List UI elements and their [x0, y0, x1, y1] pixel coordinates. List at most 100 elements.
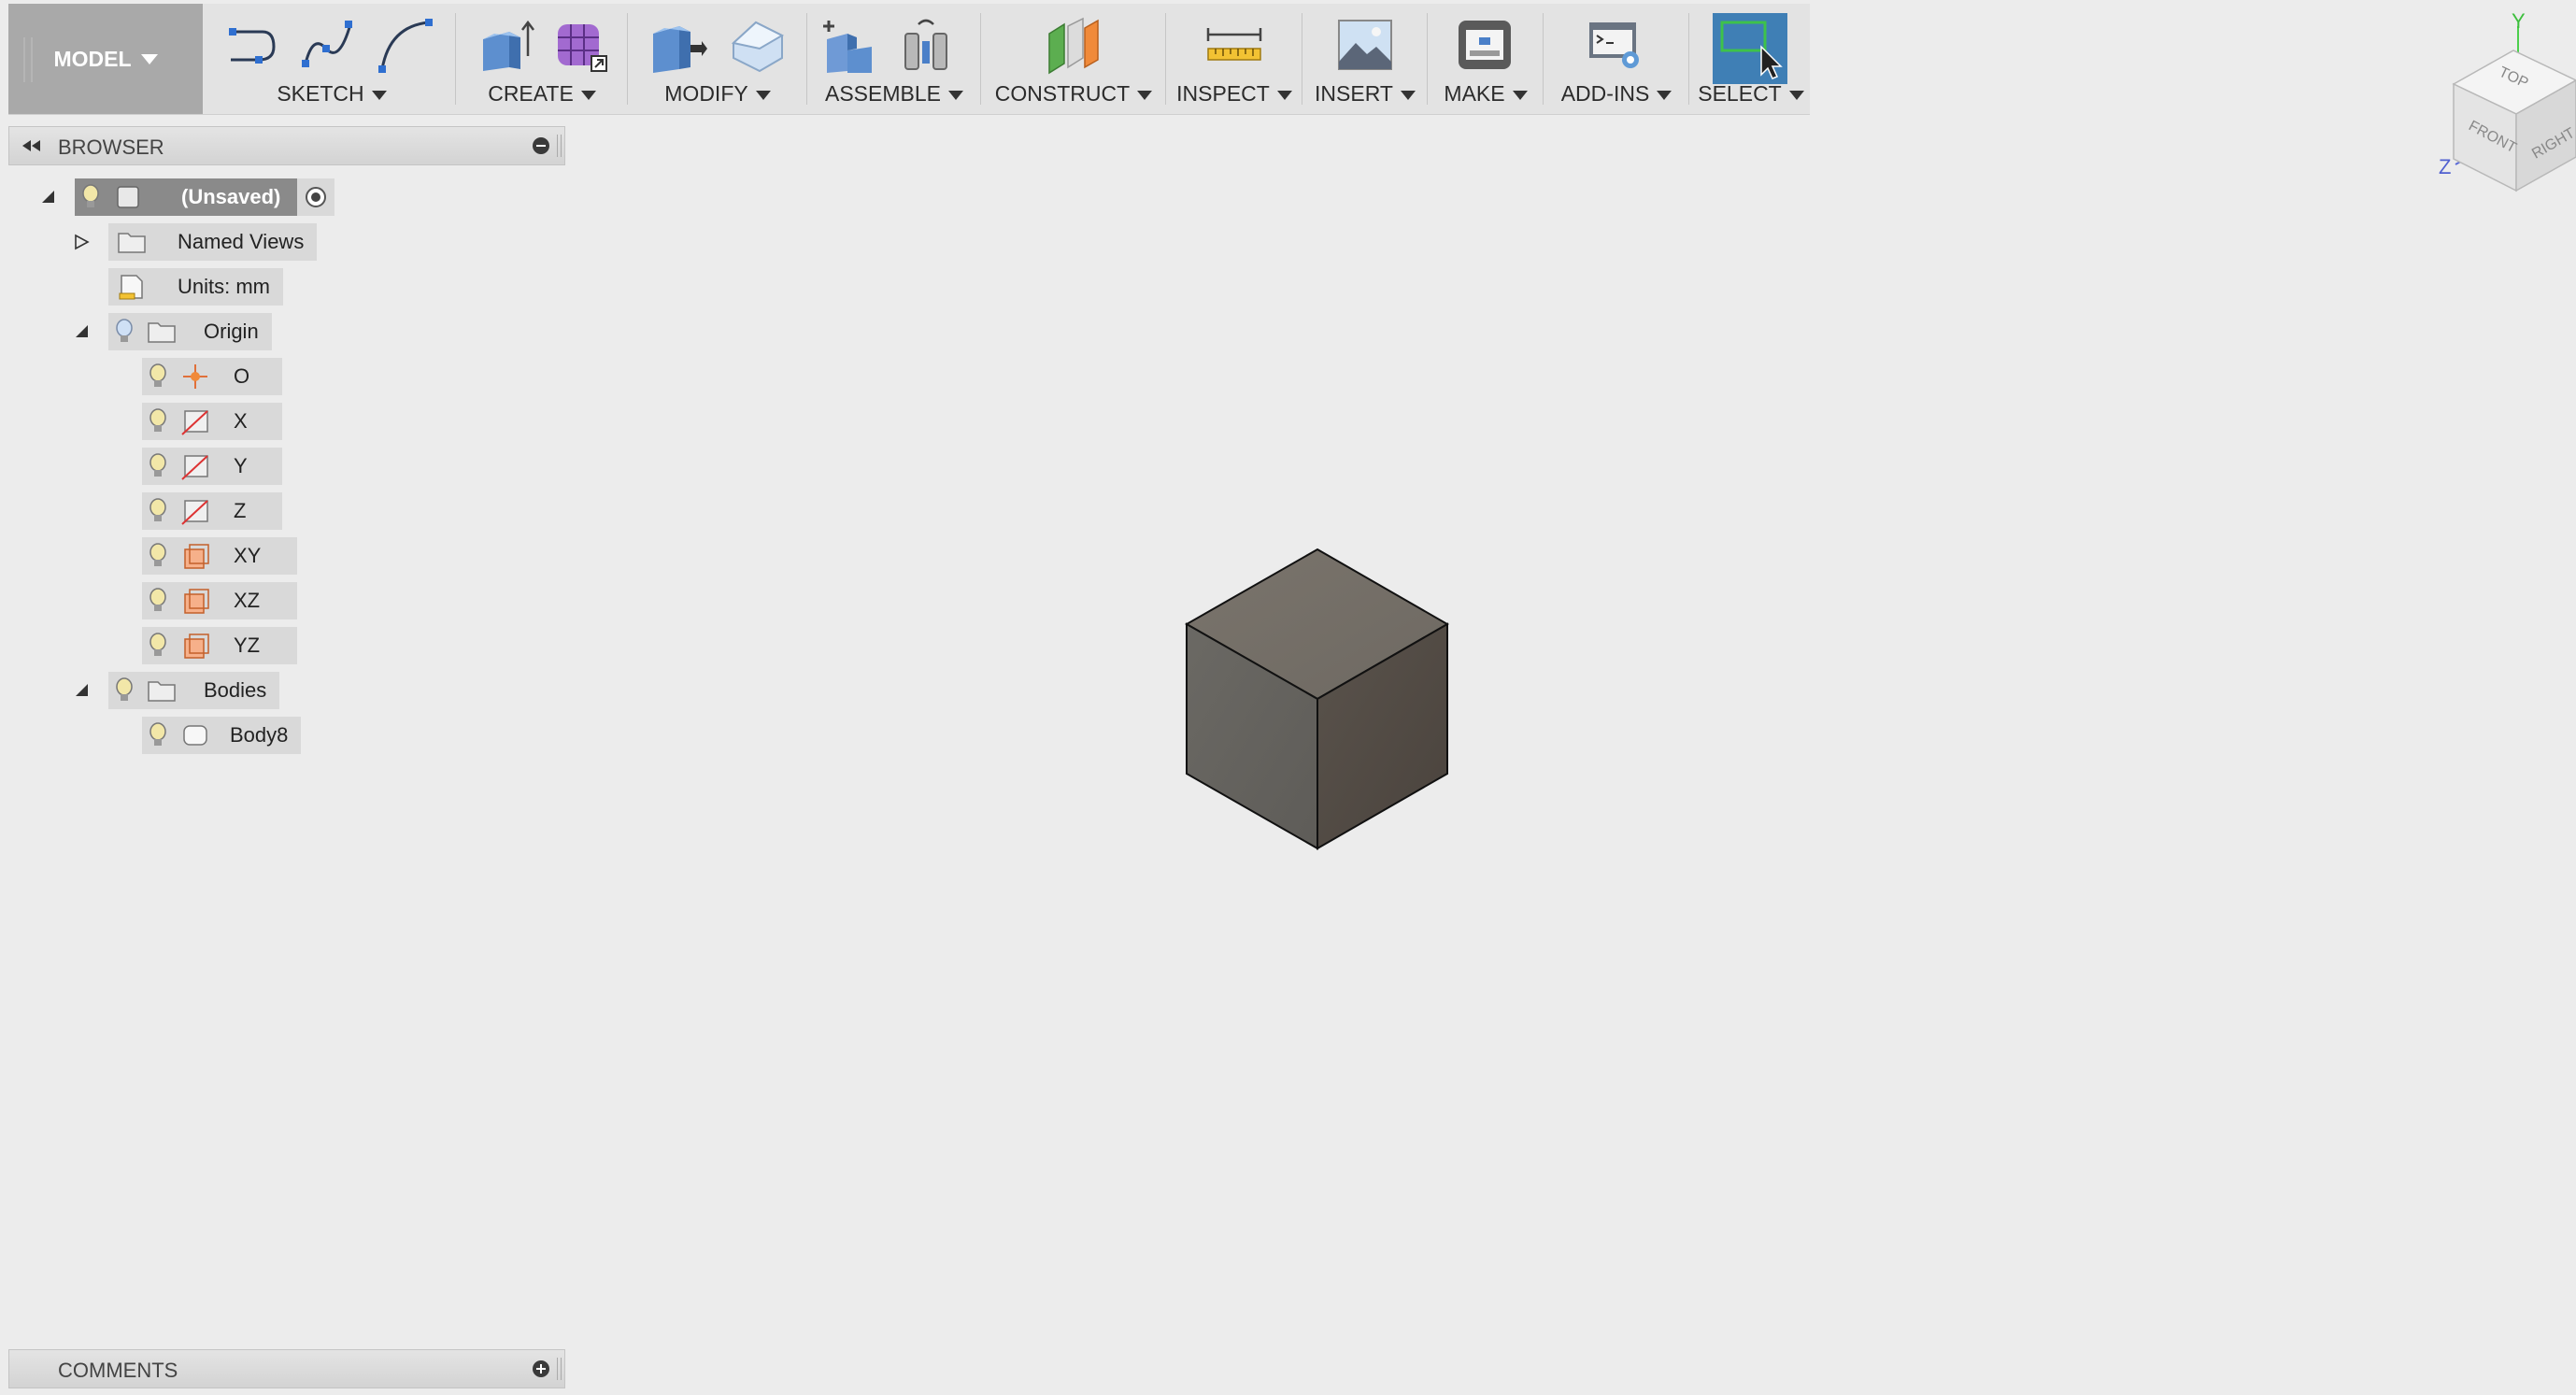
- assemble-group: ASSEMBLE: [810, 4, 978, 114]
- browser-title: BROWSER: [58, 135, 164, 159]
- origin-item-z-axis[interactable]: Z: [142, 492, 282, 530]
- origin-item-xz-plane[interactable]: XZ: [142, 582, 297, 619]
- tree-node-units[interactable]: Units: mm: [108, 268, 283, 306]
- fillet-button[interactable]: [728, 15, 788, 75]
- assemble-menu[interactable]: ASSEMBLE: [810, 81, 978, 107]
- tree-node-bodies[interactable]: Bodies: [108, 672, 280, 709]
- new-component-icon: [823, 21, 872, 73]
- view-cube[interactable]: Y Z TOP FRONT RIGHT: [2420, 7, 2576, 206]
- extrude-tool-button[interactable]: [476, 15, 535, 75]
- insert-menu[interactable]: INSERT: [1305, 81, 1425, 107]
- add-comment-icon[interactable]: [533, 1360, 549, 1377]
- visibility-bulb-icon[interactable]: [80, 183, 101, 211]
- body8-3d-cube[interactable]: [1185, 548, 1458, 854]
- tree-node-named-views[interactable]: Named Views: [108, 223, 318, 261]
- panel-grip-handle[interactable]: [557, 1358, 562, 1380]
- y-axis-label: Y: [2512, 9, 2526, 33]
- tree-node-label: YZ: [234, 633, 261, 657]
- chevron-down-icon: [140, 53, 158, 64]
- tree-node-root[interactable]: (Unsaved): [75, 178, 335, 216]
- toolbar-divider: [806, 13, 807, 105]
- visibility-bulb-icon[interactable]: [114, 318, 135, 346]
- minimize-icon[interactable]: [533, 137, 549, 154]
- tree-node-origin[interactable]: Origin: [108, 313, 272, 350]
- toolbar: MODEL SKETCH CREATE MODIFY ASSEMBLE CONS…: [8, 4, 1810, 115]
- body-item-body8[interactable]: Body8: [142, 717, 302, 754]
- origin-item-x-axis[interactable]: X: [142, 403, 282, 440]
- workspace-switcher[interactable]: MODEL: [8, 4, 203, 114]
- joint-icon: [904, 19, 947, 70]
- toolbar-divider: [1688, 13, 1689, 105]
- 3d-printer-icon: [1459, 21, 1511, 69]
- inspect-menu[interactable]: INSPECT: [1169, 81, 1300, 107]
- select-tool-button[interactable]: [1713, 13, 1787, 84]
- addins-menu[interactable]: ADD-INS: [1546, 81, 1686, 107]
- expand-triangle-icon[interactable]: [73, 234, 90, 250]
- origin-point-icon: [183, 364, 207, 389]
- offset-plane-button[interactable]: [1044, 15, 1103, 75]
- modify-menu[interactable]: MODIFY: [631, 81, 804, 107]
- visibility-bulb-icon[interactable]: [148, 407, 168, 435]
- insert-group: INSERT: [1305, 4, 1425, 114]
- create-menu[interactable]: CREATE: [459, 81, 625, 107]
- visibility-bulb-icon[interactable]: [148, 721, 168, 749]
- visibility-bulb-icon[interactable]: [148, 452, 168, 480]
- construct-menu[interactable]: CONSTRUCT: [984, 81, 1163, 107]
- visibility-bulb-icon[interactable]: [148, 587, 168, 615]
- toolbar-grip-handle[interactable]: [23, 37, 33, 82]
- scripts-addins-button[interactable]: [1586, 15, 1645, 75]
- line-tool-button[interactable]: [221, 15, 281, 75]
- select-menu[interactable]: SELECT: [1692, 81, 1810, 107]
- activate-component-radio[interactable]: [297, 178, 335, 216]
- tree-node-label: Y: [234, 454, 248, 477]
- modify-group: MODIFY: [631, 4, 804, 114]
- panel-grip-handle[interactable]: [557, 135, 562, 157]
- document-name: (Unsaved): [181, 185, 281, 208]
- arc-icon: [378, 19, 433, 73]
- visibility-bulb-icon[interactable]: [148, 632, 168, 660]
- toolbar-divider: [980, 13, 981, 105]
- origin-item-y-axis[interactable]: Y: [142, 448, 282, 485]
- form-tool-button[interactable]: [550, 15, 610, 75]
- spline-tool-button[interactable]: [298, 15, 358, 75]
- construct-group: CONSTRUCT: [984, 4, 1163, 114]
- folder-icon: [148, 681, 176, 702]
- plane-icon: [184, 544, 209, 569]
- z-axis-label: Z: [2439, 155, 2451, 178]
- make-group: MAKE: [1430, 4, 1541, 114]
- comments-panel-header[interactable]: COMMENTS: [8, 1349, 565, 1388]
- sketch-menu[interactable]: SKETCH: [210, 81, 453, 107]
- browser-panel-header[interactable]: BROWSER: [8, 126, 565, 165]
- tree-node-label: Body8: [230, 723, 289, 747]
- tree-node-label: Units: mm: [178, 275, 270, 298]
- axis-icon: [181, 500, 208, 525]
- origin-item-point[interactable]: O: [142, 358, 282, 395]
- sketch-group: SKETCH: [210, 4, 453, 114]
- insert-image-button[interactable]: [1335, 15, 1395, 75]
- joint-button[interactable]: [898, 15, 958, 75]
- 3d-print-button[interactable]: [1455, 15, 1515, 75]
- new-component-button[interactable]: [819, 15, 879, 75]
- folder-icon: [118, 233, 146, 253]
- collapse-triangle-icon[interactable]: [73, 322, 90, 339]
- collapse-panel-icon[interactable]: [21, 138, 43, 153]
- collapse-triangle-icon[interactable]: [73, 681, 90, 698]
- origin-item-xy-plane[interactable]: XY: [142, 537, 297, 575]
- press-pull-button[interactable]: [648, 15, 707, 75]
- visibility-bulb-icon[interactable]: [148, 497, 168, 525]
- make-menu[interactable]: MAKE: [1430, 81, 1541, 107]
- tree-node-label: Origin: [204, 320, 259, 343]
- measure-button[interactable]: [1204, 15, 1264, 75]
- measure-ruler-icon: [1206, 28, 1262, 61]
- origin-item-yz-plane[interactable]: YZ: [142, 627, 297, 664]
- tree-node-label: O: [234, 364, 250, 388]
- collapse-triangle-icon[interactable]: [39, 188, 56, 205]
- workspace-label: MODEL: [53, 46, 132, 71]
- tree-node-label: Named Views: [178, 230, 305, 253]
- radio-target-icon: [306, 187, 327, 207]
- arc-tool-button[interactable]: [375, 15, 434, 75]
- visibility-bulb-icon[interactable]: [148, 363, 168, 391]
- visibility-bulb-icon[interactable]: [148, 542, 168, 570]
- visibility-bulb-icon[interactable]: [114, 676, 135, 705]
- image-icon: [1338, 20, 1392, 70]
